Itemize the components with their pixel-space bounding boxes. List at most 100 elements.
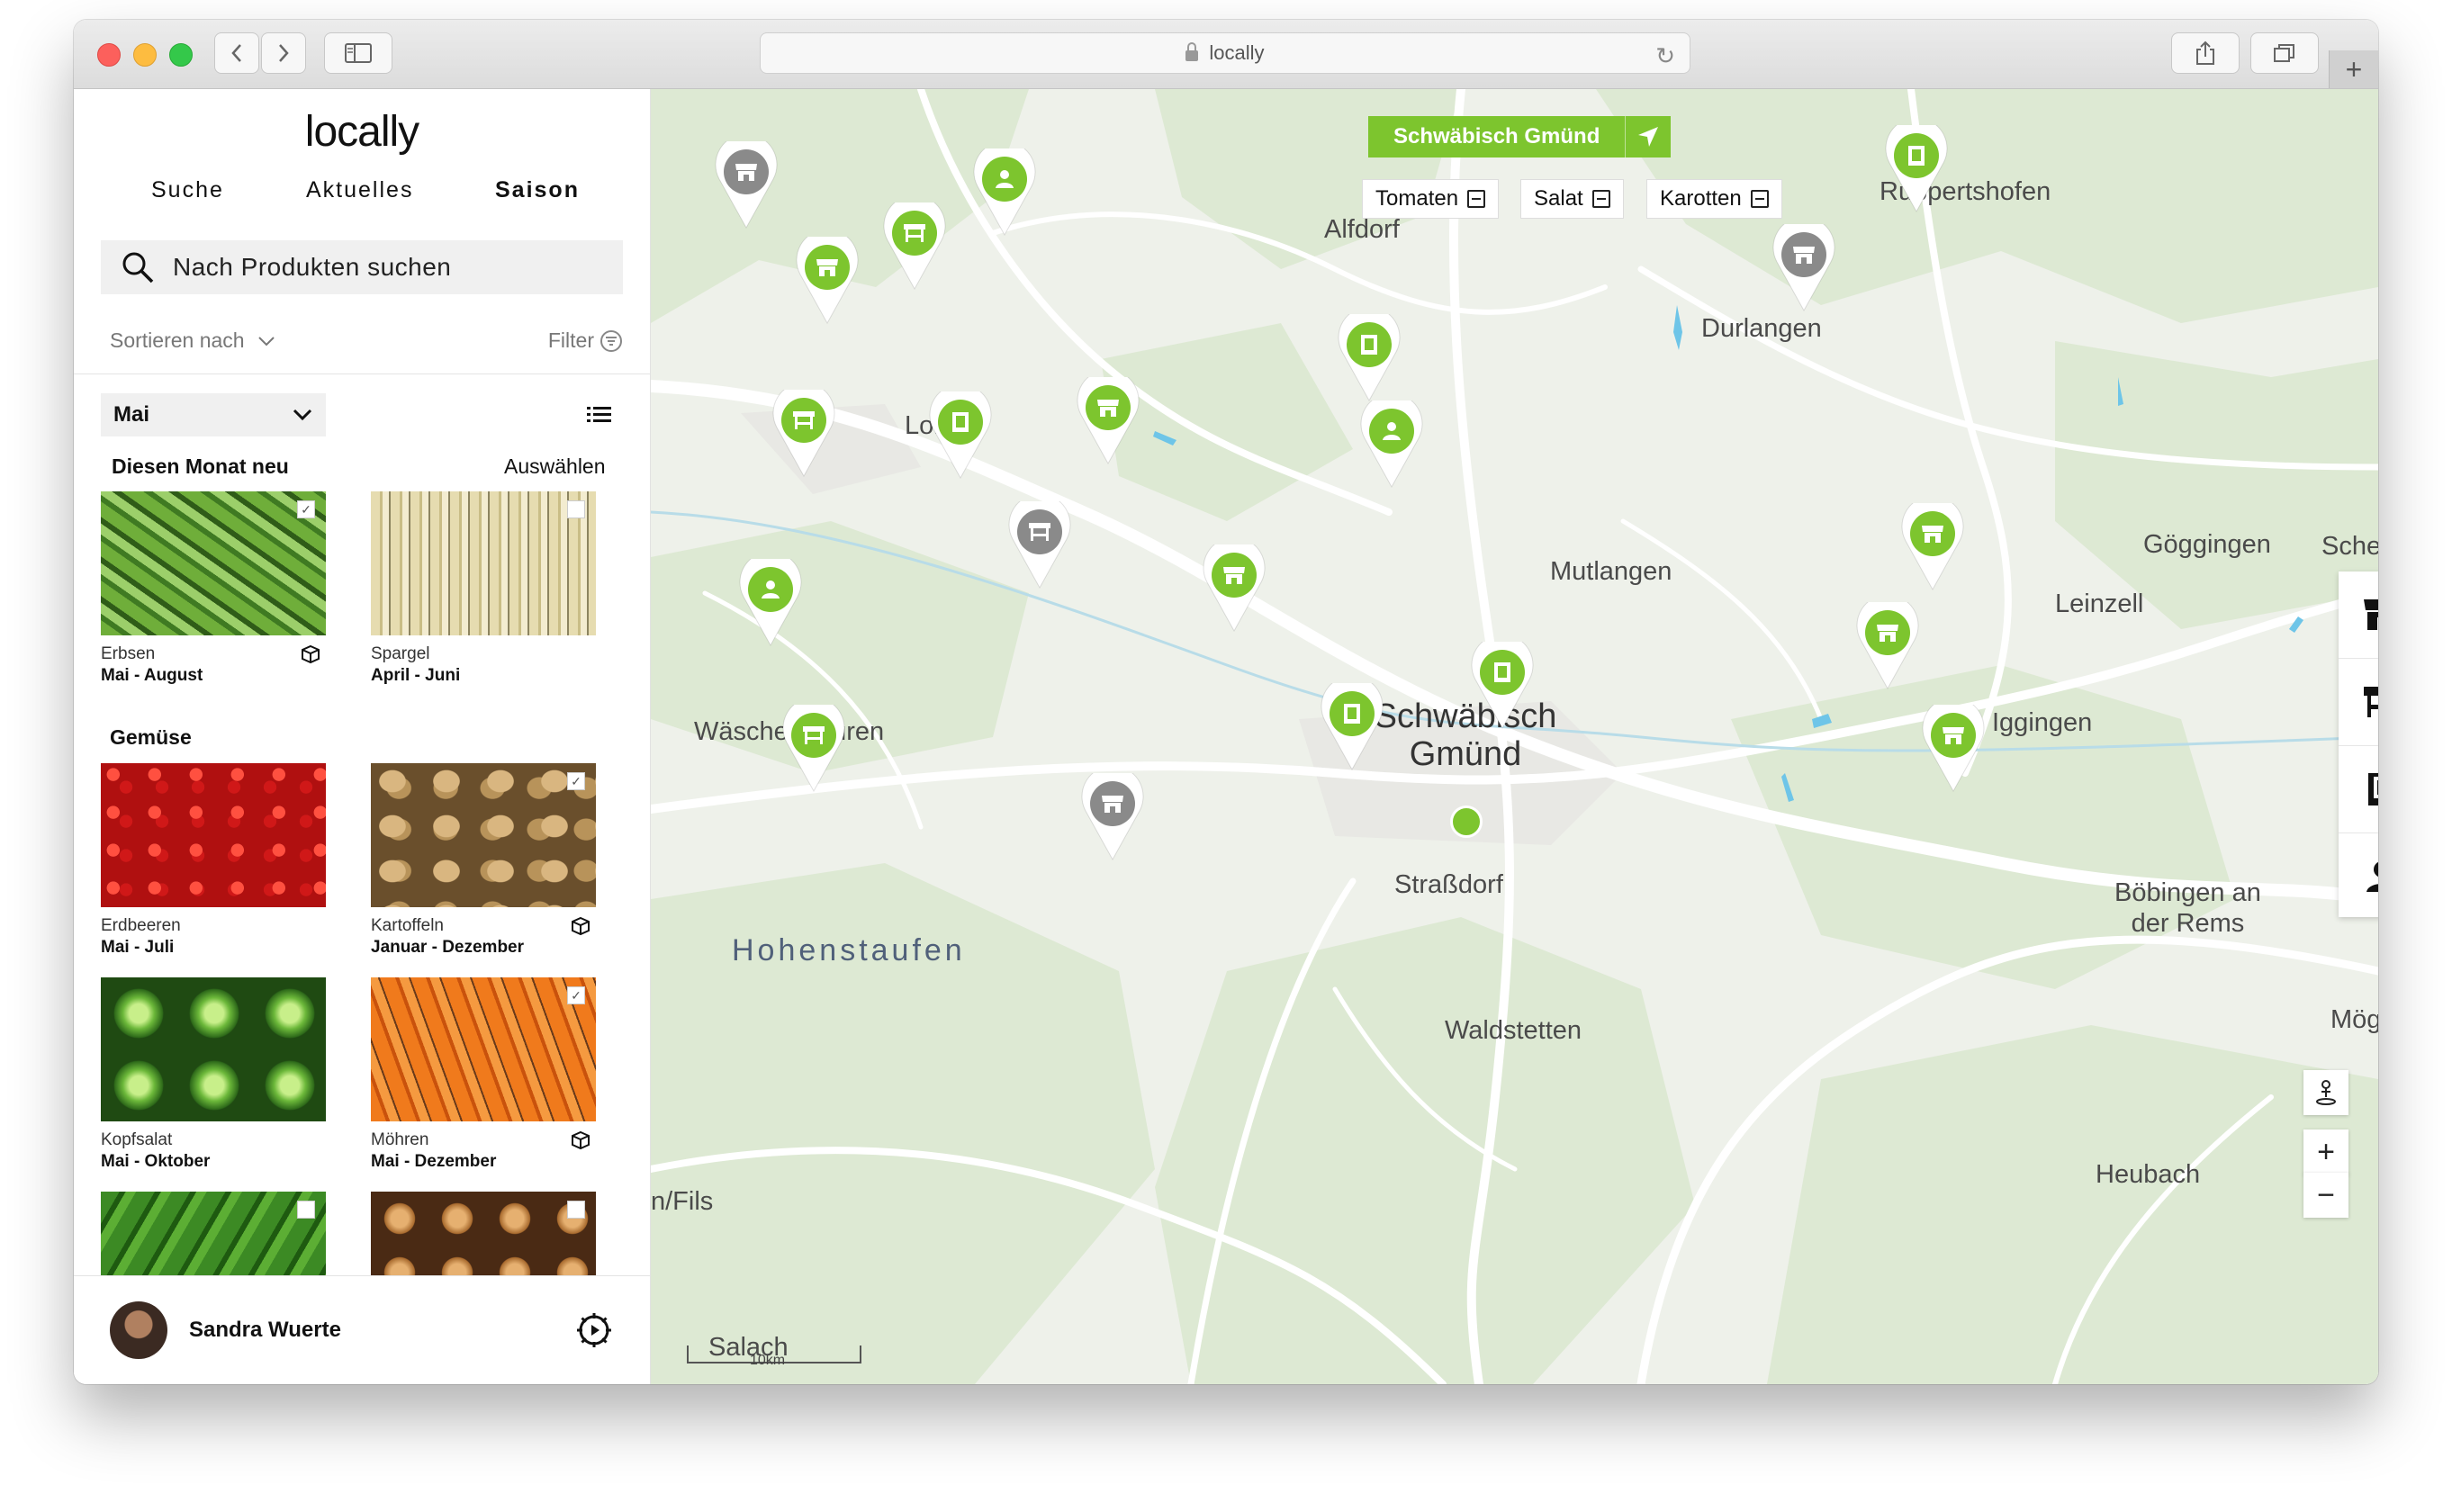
map-pin-book[interactable] — [1335, 306, 1403, 404]
product-card[interactable]: ✓ Möhren Mai - Dezember — [371, 977, 596, 1172]
product-card[interactable]: Spargel April - Juni — [371, 491, 596, 686]
street-view-button[interactable] — [2303, 1070, 2348, 1115]
minimize-window-button[interactable] — [133, 43, 157, 67]
product-card[interactable]: Kopfsalat Mai - Oktober — [101, 977, 326, 1172]
product-checkbox[interactable]: ✓ — [567, 772, 585, 790]
map-pin-shop[interactable] — [1853, 594, 1922, 692]
tabs-overview-button[interactable] — [2250, 32, 2319, 74]
map-pin-book[interactable] — [926, 383, 995, 482]
product-season: Mai - Dezember — [371, 1152, 497, 1171]
map-label-alfdorf: Alfdorf — [1324, 215, 1400, 244]
product-checkbox[interactable] — [567, 1201, 585, 1219]
search-input[interactable]: Nach Produkten suchen — [101, 240, 623, 294]
chevron-right-icon — [279, 44, 289, 62]
search-placeholder: Nach Produkten suchen — [173, 253, 452, 281]
map-pin-stand[interactable] — [780, 697, 848, 795]
product-checkbox[interactable] — [297, 1201, 315, 1219]
map-pin-book[interactable] — [1468, 634, 1537, 732]
map-pin-stand[interactable] — [880, 194, 949, 292]
new-tab-button[interactable]: + — [2329, 50, 2378, 88]
map-pin-book[interactable] — [1882, 117, 1951, 215]
product-name: Kopfsalat — [101, 1130, 173, 1149]
title-bar: locally ↻ + — [74, 20, 2378, 89]
product-card[interactable]: Erdbeeren Mai - Juli — [101, 763, 326, 958]
filter-stand-button[interactable] — [2339, 659, 2378, 746]
type-filter-bar — [2339, 572, 2378, 917]
shop-icon — [1922, 526, 1943, 543]
shop-icon — [1223, 567, 1245, 584]
settings-icon[interactable] — [574, 1310, 614, 1350]
forward-button[interactable] — [261, 32, 306, 74]
map-pin-book[interactable] — [1318, 675, 1386, 773]
zoom-out-button[interactable]: − — [2303, 1173, 2348, 1218]
sort-dropdown[interactable]: Sortieren nach — [110, 328, 275, 352]
product-image-erbsen: ✓ — [101, 491, 326, 635]
zoom-in-button[interactable]: + — [2303, 1130, 2348, 1174]
map-pin-farmer[interactable] — [1357, 392, 1426, 490]
select-link[interactable]: Auswählen — [504, 454, 606, 479]
avatar[interactable] — [110, 1301, 167, 1359]
pegman-icon — [2316, 1080, 2336, 1105]
close-window-button[interactable] — [97, 43, 121, 67]
book-icon — [952, 412, 969, 432]
package-icon — [572, 1130, 590, 1150]
user-bar: Sandra Wuerte — [74, 1275, 650, 1384]
filter-book-button[interactable] — [2339, 746, 2378, 833]
chevron-down-icon — [258, 337, 275, 346]
product-name: Spargel — [371, 644, 430, 663]
map-label-mutlangen: Mutlangen — [1550, 557, 1672, 586]
map-label-goeggingen: Göggingen — [2143, 530, 2271, 559]
current-location-button[interactable]: Schwäbisch Gmünd — [1368, 116, 1672, 158]
product-card[interactable]: ✓ Erbsen Mai - August — [101, 491, 326, 686]
map-pin-farmer[interactable] — [970, 140, 1039, 238]
share-button[interactable] — [2171, 32, 2240, 74]
map-pin-shop[interactable] — [1200, 536, 1268, 634]
book-icon — [1361, 335, 1377, 355]
user-name[interactable]: Sandra Wuerte — [189, 1318, 341, 1343]
lock-icon — [1185, 42, 1199, 61]
filter-chip[interactable]: Tomaten — [1362, 179, 1500, 219]
list-view-icon[interactable] — [587, 404, 612, 426]
map-pin-stand[interactable] — [770, 382, 838, 480]
map-pin-shop[interactable] — [1898, 495, 1967, 593]
map-label-boebingen-line2: der Rems — [2131, 909, 2245, 938]
map-pin-shop[interactable] — [1919, 697, 1988, 795]
map-label-hohenstaufen: Hohenstaufen — [732, 933, 966, 968]
remove-chip-icon[interactable] — [1591, 190, 1610, 208]
address-bar[interactable]: locally ↻ — [760, 32, 1690, 74]
filter-chip[interactable]: Salat — [1520, 179, 1624, 219]
product-name: Kartoffeln — [371, 916, 444, 935]
remove-chip-icon[interactable] — [1467, 190, 1486, 208]
tab-suche[interactable]: Suche — [151, 177, 224, 203]
product-checkbox[interactable] — [567, 500, 585, 518]
product-checkbox[interactable]: ✓ — [297, 500, 315, 518]
reload-icon[interactable]: ↻ — [1655, 42, 1675, 70]
shop-icon — [735, 164, 757, 181]
sort-label: Sortieren nach — [110, 328, 245, 352]
zoom-window-button[interactable] — [169, 43, 193, 67]
shop-icon — [1943, 727, 1964, 744]
filter-button[interactable]: Filter — [548, 328, 623, 353]
map-view[interactable]: Alfdorf Ruppertshofen Durlangen Lorch Mu… — [651, 89, 2378, 1384]
navigation-arrow-icon[interactable] — [1625, 116, 1671, 158]
map-pin-shop[interactable] — [712, 133, 780, 231]
back-button[interactable] — [214, 32, 259, 74]
product-image-kopfsalat — [101, 977, 326, 1121]
map-pin-shop[interactable] — [1078, 765, 1147, 863]
map-pin-stand[interactable] — [1005, 493, 1074, 591]
month-select[interactable]: Mai — [101, 393, 326, 436]
map-pin-shop[interactable] — [1074, 369, 1142, 467]
tab-saison[interactable]: Saison — [495, 177, 580, 203]
product-checkbox[interactable]: ✓ — [567, 986, 585, 1004]
sidebar-toggle-button[interactable] — [324, 32, 392, 74]
map-pin-shop[interactable] — [793, 229, 861, 327]
product-card[interactable]: ✓ Kartoffeln Januar - Dezember — [371, 763, 596, 958]
filter-shop-button[interactable] — [2339, 572, 2378, 659]
remove-chip-icon[interactable] — [1750, 190, 1769, 208]
share-icon — [2196, 40, 2214, 65]
map-pin-farmer[interactable] — [736, 551, 805, 649]
map-pin-shop[interactable] — [1770, 216, 1838, 314]
filter-farmer-button[interactable] — [2339, 833, 2378, 920]
tab-aktuelles[interactable]: Aktuelles — [306, 177, 413, 203]
filter-chip[interactable]: Karotten — [1646, 179, 1782, 219]
